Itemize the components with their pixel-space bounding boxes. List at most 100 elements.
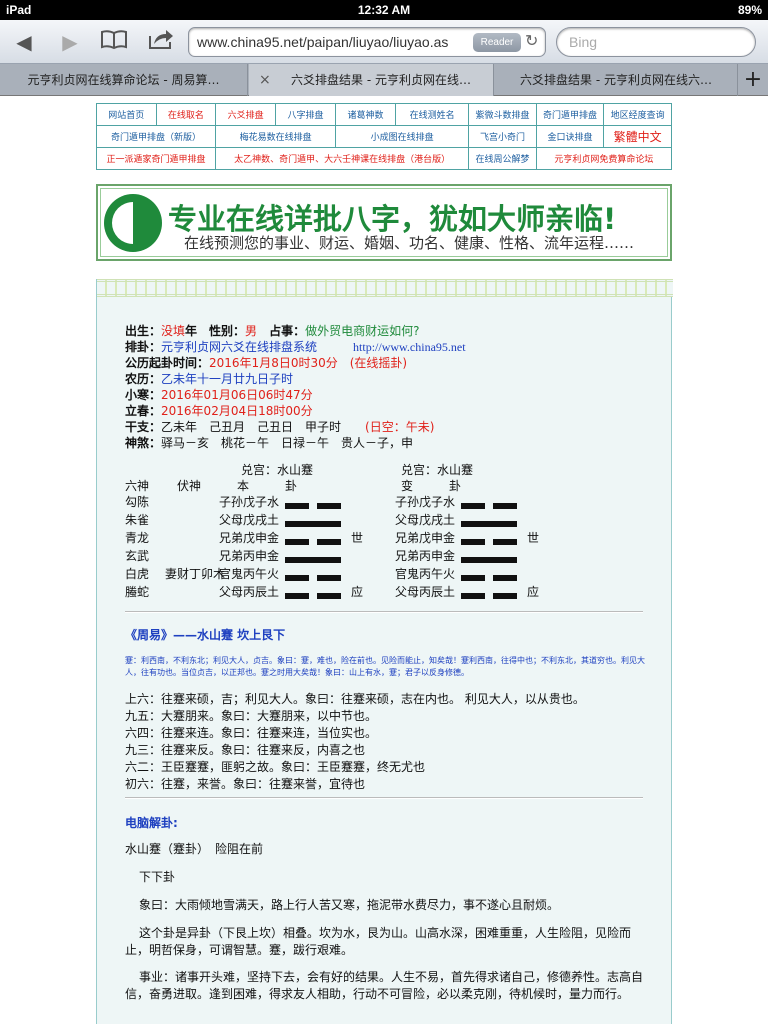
main-yao-label: 父母丙辰土 — [219, 585, 280, 599]
label-ganzhi: 干支： — [125, 420, 162, 434]
palace-main: 兑宫：水山蹇 — [241, 463, 314, 477]
yao-line: 九三：往蹇来反。象曰：往蹇来反，内喜之也 — [125, 743, 366, 757]
nav-naming[interactable]: 在线取名 — [155, 103, 217, 126]
nav-jinkoujue[interactable]: 金口诀排盘 — [535, 125, 605, 148]
new-tab-plus-icon[interactable]: + — [738, 64, 768, 96]
label-birth: 出生： — [125, 324, 162, 338]
main-yao-label: 子孙戊子水 — [219, 495, 280, 509]
nav-home[interactable]: 网站首页 — [96, 103, 157, 126]
yang-line — [285, 552, 341, 566]
nav-zhuge[interactable]: 诸葛神数 — [335, 103, 397, 126]
yin-line — [461, 498, 517, 512]
main-yao-label: 兄弟丙申金 — [219, 549, 280, 563]
battery-level: 89% — [737, 3, 762, 17]
nav-longitude[interactable]: 地区经度查询 — [603, 103, 672, 126]
tab-bar: 元亨利贞网在线算命论坛 - 周易算… × 六爻排盘结果 - 元亨利贞网在线… 六爻… — [0, 64, 768, 96]
tab-label: 元亨利贞网在线算命论坛 - 周易算… — [27, 73, 220, 87]
tab-liuyao-result[interactable]: 六爻排盘结果 - 元亨利贞网在线六… — [495, 64, 738, 96]
nav-zhengyi-qimen[interactable]: 正一派遁家奇门遁甲排盘 — [95, 147, 217, 170]
info-xiaohan: 小寒：2016年01月06日06时47分 — [125, 387, 313, 403]
search-field[interactable]: Bing — [556, 27, 756, 57]
forward-arrow-icon[interactable]: ▶ — [56, 28, 84, 56]
main-yao-label: 父母戊戌土 — [219, 513, 280, 527]
close-tab-icon[interactable]: × — [259, 64, 271, 96]
yin-line — [461, 534, 517, 548]
reload-icon[interactable]: ↻ — [525, 31, 538, 50]
ad-banner[interactable]: 专业在线详批八字，犹如大师亲临! 在线预测您的事业、财运、婚姻、功名、健康、性格… — [96, 184, 672, 261]
online-cast-link[interactable]: (在线摇卦) — [350, 356, 407, 370]
tab-label: 六爻排盘结果 - 元亨利贞网在线… — [291, 73, 471, 87]
palace-change: 兑宫：水山蹇 — [401, 463, 474, 477]
address-bar[interactable]: www.china95.net/paipan/liuyao/liuyao.as … — [188, 27, 546, 57]
yin-line — [461, 588, 517, 602]
divider — [125, 797, 643, 799]
yang-line — [461, 552, 517, 566]
clock: 12:32 AM — [357, 3, 411, 17]
bookmarks-book-icon[interactable] — [98, 28, 130, 56]
value-birth: 没填 — [161, 324, 186, 338]
pc-gua-name: 水山蹇（蹇卦） 险阻在前 — [125, 842, 264, 856]
label-gender: 年 性别： — [185, 324, 246, 338]
nav-meihua[interactable]: 梅花易数在线排盘 — [215, 125, 337, 148]
value-shensha: 驿马－亥 桃花－午 日禄－午 贵人－子，申 — [161, 436, 414, 450]
changed-yao-label: 父母丙辰土 — [395, 585, 456, 599]
label-shensha: 神煞： — [125, 436, 162, 450]
share-icon[interactable] — [146, 28, 176, 56]
decorative-border — [97, 279, 673, 297]
six-god-label: 白虎 — [125, 567, 150, 581]
nav-traditional-chinese[interactable]: 繁體中文 — [603, 125, 672, 148]
yao-line: 初六：往蹇，来誉。象曰：往蹇来誉，宜待也 — [125, 777, 366, 791]
shi-ying-mark: 世 — [527, 531, 540, 545]
value-gender: 男 — [245, 324, 258, 338]
url-text: www.china95.net/paipan/liuyao/liuyao.as — [197, 34, 449, 50]
nav-ziwei[interactable]: 紫微斗数排盘 — [468, 103, 537, 126]
tab-label: 六爻排盘结果 - 元亨利贞网在线六… — [520, 73, 712, 87]
nav-forum[interactable]: 元亨利贞网免费算命论坛 — [535, 147, 673, 170]
nav-feigong[interactable]: 飞宫小奇门 — [468, 125, 537, 148]
nav-qimen[interactable]: 奇门遁甲排盘 — [535, 103, 605, 126]
yao-line: 六二：王臣蹇蹇，匪躬之故。象曰：王臣蹇蹇，终无尤也 — [125, 760, 426, 774]
value-system: 元亨利贞网六爻在线排盘系统 — [161, 340, 318, 354]
yao-line: 六四：往蹇来连。象曰：往蹇来连，当位实也。 — [125, 726, 378, 740]
label-xiaohan: 小寒： — [125, 388, 162, 402]
value-lichun: 2016年02月04日18时00分 — [161, 404, 313, 418]
tab-forum[interactable]: 元亨利贞网在线算命论坛 - 周易算… — [0, 64, 248, 96]
label-time: 公历起卦时间： — [125, 356, 210, 370]
nav-qimen-new[interactable]: 奇门遁甲排盘（新版） — [95, 125, 217, 148]
reader-button[interactable]: Reader — [473, 33, 521, 52]
site-nav-table: 网站首页 在线取名 六爻排盘 八字排盘 诸葛神数 在线测姓名 紫微斗数排盘 奇门… — [95, 103, 673, 170]
yang-line — [461, 516, 517, 530]
nav-taiyi-hk[interactable]: 太乙神数、奇门遁甲、大六壬神课在线排盘（港台版） — [215, 147, 470, 170]
changed-yao-label: 官鬼丙午火 — [395, 567, 456, 581]
zhouyi-text: 蹇：利西南，不利东北；利见大人，贞吉。象曰：蹇，难也，险在前也。见险而能止，知矣… — [125, 656, 645, 677]
yin-line — [461, 570, 517, 584]
search-placeholder: Bing — [569, 34, 598, 50]
nav-dream[interactable]: 在线周公解梦 — [468, 147, 537, 170]
status-bar: iPad 12:32 AM 89% — [0, 0, 768, 20]
shi-ying-mark: 应 — [351, 585, 364, 599]
info-shensha: 神煞：驿马－亥 桃花－午 日禄－午 贵人－子，申 — [125, 435, 413, 451]
yin-yang-icon — [104, 194, 162, 252]
shi-ying-mark: 应 — [527, 585, 540, 599]
label-lichun: 立春： — [125, 404, 162, 418]
six-god-label: 勾陈 — [125, 495, 150, 509]
shi-ying-mark: 世 — [351, 531, 364, 545]
nav-xiaochengtu[interactable]: 小成图在线排盘 — [335, 125, 470, 148]
info-ganzhi: 干支：乙未年 己丑月 己丑日 甲子时 (日空：午未) — [125, 419, 434, 435]
nav-liuyao[interactable]: 六爻排盘 — [215, 103, 277, 126]
tab-liuyao-result-active[interactable]: × 六爻排盘结果 - 元亨利贞网在线… — [249, 64, 494, 96]
site-link[interactable]: http://www.china95.net — [353, 340, 466, 354]
nav-name-test[interactable]: 在线测姓名 — [395, 103, 470, 126]
zhouyi-title: 《周易》——水山蹇 坎上艮下 — [125, 628, 286, 642]
pc-para-3: 事业：诸事开头难，坚持下去，会有好的结果。人生不易，首先得求诸自己，修德养性。志… — [125, 970, 644, 1001]
nav-bazi[interactable]: 八字排盘 — [275, 103, 337, 126]
page-content: 网站首页 在线取名 六爻排盘 八字排盘 诸葛神数 在线测姓名 紫微斗数排盘 奇门… — [0, 97, 768, 1024]
yin-line — [285, 498, 341, 512]
pc-gua-rank: 下下卦 — [139, 870, 176, 884]
label-matter: 占事： — [257, 324, 306, 338]
info-lunar: 农历：乙未年十一月廿九日子时 — [125, 371, 293, 387]
header-changed-gua: 变 卦 — [401, 479, 462, 493]
pc-para-1: 象曰：大雨倾地雪满天，路上行人苦又寒，拖泥带水费尽力，事不遂心且耐烦。 — [139, 898, 560, 912]
back-arrow-icon[interactable]: ◀ — [10, 28, 38, 56]
header-six-gods: 六神 — [125, 479, 150, 493]
